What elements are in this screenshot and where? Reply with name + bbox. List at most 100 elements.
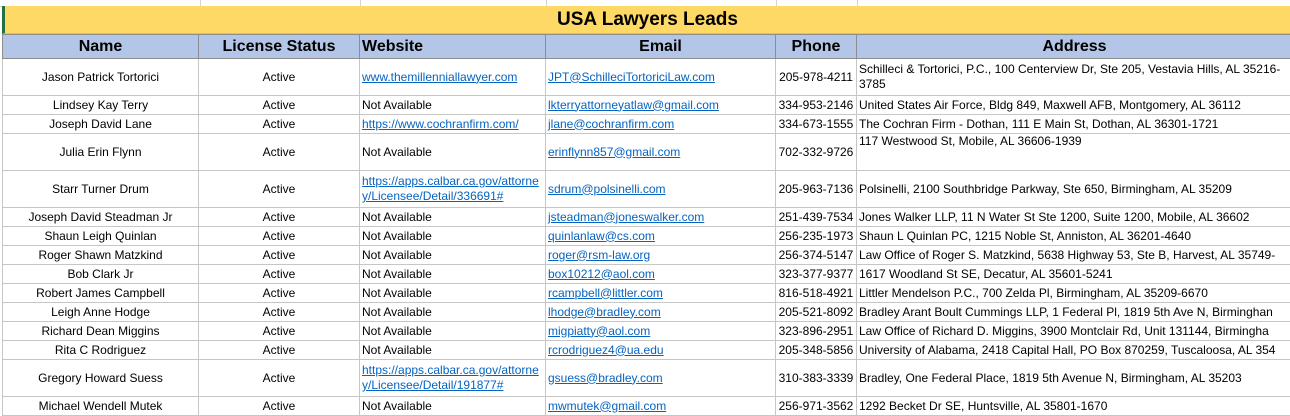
address-cell[interactable]: Polsinelli, 2100 Southbridge Parkway, St…	[857, 171, 1290, 208]
email-cell[interactable]: lhodge@bradley.com	[546, 303, 776, 322]
website-cell[interactable]: Not Available	[360, 208, 546, 227]
email-cell[interactable]: jsteadman@joneswalker.com	[546, 208, 776, 227]
address-cell[interactable]: Bradley Arant Boult Cummings LLP, 1 Fede…	[857, 303, 1290, 322]
header-website[interactable]: Website	[360, 35, 546, 59]
address-cell[interactable]: Law Office of Roger S. Matzkind, 5638 Hi…	[857, 246, 1290, 265]
license-status-cell[interactable]: Active	[199, 341, 360, 360]
email-link[interactable]: roger@rsm-law.org	[548, 248, 650, 262]
website-cell[interactable]: Not Available	[360, 227, 546, 246]
license-status-cell[interactable]: Active	[199, 208, 360, 227]
email-link[interactable]: rcrodriguez4@ua.edu	[548, 343, 664, 357]
license-status-cell[interactable]: Active	[199, 303, 360, 322]
license-status-cell[interactable]: Active	[199, 96, 360, 115]
phone-cell[interactable]: 323-896-2951	[776, 322, 857, 341]
phone-cell[interactable]: 256-374-5147	[776, 246, 857, 265]
address-cell[interactable]: Bradley, One Federal Place, 1819 5th Ave…	[857, 360, 1290, 397]
phone-cell[interactable]: 205-978-4211	[776, 59, 857, 96]
address-cell[interactable]: The Cochran Firm - Dothan, 111 E Main St…	[857, 115, 1290, 134]
license-status-cell[interactable]: Active	[199, 397, 360, 416]
email-link[interactable]: mwmutek@gmail.com	[548, 399, 666, 413]
phone-cell[interactable]: 205-521-8092	[776, 303, 857, 322]
email-link[interactable]: sdrum@polsinelli.com	[548, 182, 666, 196]
website-cell[interactable]: www.themillenniallawyer.com	[360, 59, 546, 96]
website-cell[interactable]: Not Available	[360, 246, 546, 265]
table-row[interactable]: Julia Erin FlynnActiveNot Availableerinf…	[3, 134, 1290, 171]
website-cell[interactable]: https://apps.calbar.ca.gov/attorney/Lice…	[360, 360, 546, 397]
name-cell[interactable]: Gregory Howard Suess	[3, 360, 199, 397]
email-link[interactable]: quinlanlaw@cs.com	[548, 229, 655, 243]
phone-cell[interactable]: 256-235-1973	[776, 227, 857, 246]
table-row[interactable]: Leigh Anne HodgeActiveNot Availablelhodg…	[3, 303, 1290, 322]
website-cell[interactable]: https://www.cochranfirm.com/	[360, 115, 546, 134]
phone-cell[interactable]: 256-971-3562	[776, 397, 857, 416]
name-cell[interactable]: Starr Turner Drum	[3, 171, 199, 208]
email-link[interactable]: lhodge@bradley.com	[548, 305, 661, 319]
phone-cell[interactable]: 816-518-4921	[776, 284, 857, 303]
license-status-cell[interactable]: Active	[199, 284, 360, 303]
phone-cell[interactable]: 702-332-9726	[776, 134, 857, 171]
table-row[interactable]: Starr Turner DrumActivehttps://apps.calb…	[3, 171, 1290, 208]
header-name[interactable]: Name	[3, 35, 199, 59]
website-link[interactable]: www.themillenniallawyer.com	[362, 70, 517, 84]
name-cell[interactable]: Bob Clark Jr	[3, 265, 199, 284]
table-row[interactable]: Michael Wendell MutekActiveNot Available…	[3, 397, 1290, 416]
website-link[interactable]: https://www.cochranfirm.com/	[362, 117, 519, 131]
name-cell[interactable]: Jason Patrick Tortorici	[3, 59, 199, 96]
address-cell[interactable]: Schilleci & Tortorici, P.C., 100 Centerv…	[857, 59, 1290, 96]
website-cell[interactable]: Not Available	[360, 284, 546, 303]
website-cell[interactable]: https://apps.calbar.ca.gov/attorney/Lice…	[360, 171, 546, 208]
address-cell[interactable]: Law Office of Richard D. Miggins, 3900 M…	[857, 322, 1290, 341]
table-row[interactable]: Bob Clark JrActiveNot Availablebox10212@…	[3, 265, 1290, 284]
license-status-cell[interactable]: Active	[199, 322, 360, 341]
name-cell[interactable]: Rita C Rodriguez	[3, 341, 199, 360]
email-cell[interactable]: mwmutek@gmail.com	[546, 397, 776, 416]
phone-cell[interactable]: 205-963-7136	[776, 171, 857, 208]
address-cell[interactable]: 1617 Woodland St SE, Decatur, AL 35601-5…	[857, 265, 1290, 284]
email-cell[interactable]: rcrodriguez4@ua.edu	[546, 341, 776, 360]
email-link[interactable]: jlane@cochranfirm.com	[548, 117, 674, 131]
website-cell[interactable]: Not Available	[360, 265, 546, 284]
email-link[interactable]: migpiatty@aol.com	[548, 324, 650, 338]
address-cell[interactable]: 1292 Becket Dr SE, Huntsville, AL 35801-…	[857, 397, 1290, 416]
name-cell[interactable]: Leigh Anne Hodge	[3, 303, 199, 322]
license-status-cell[interactable]: Active	[199, 246, 360, 265]
table-row[interactable]: Lindsey Kay TerryActiveNot Availablelkte…	[3, 96, 1290, 115]
address-cell[interactable]: Littler Mendelson P.C., 700 Zelda Pl, Bi…	[857, 284, 1290, 303]
license-status-cell[interactable]: Active	[199, 227, 360, 246]
name-cell[interactable]: Roger Shawn Matzkind	[3, 246, 199, 265]
phone-cell[interactable]: 323-377-9377	[776, 265, 857, 284]
phone-cell[interactable]: 251-439-7534	[776, 208, 857, 227]
email-cell[interactable]: sdrum@polsinelli.com	[546, 171, 776, 208]
table-row[interactable]: Jason Patrick TortoriciActivewww.themill…	[3, 59, 1290, 96]
address-cell[interactable]: University of Alabama, 2418 Capital Hall…	[857, 341, 1290, 360]
address-cell[interactable]: United States Air Force, Bldg 849, Maxwe…	[857, 96, 1290, 115]
phone-cell[interactable]: 205-348-5856	[776, 341, 857, 360]
email-cell[interactable]: jlane@cochranfirm.com	[546, 115, 776, 134]
name-cell[interactable]: Robert James Campbell	[3, 284, 199, 303]
name-cell[interactable]: Lindsey Kay Terry	[3, 96, 199, 115]
table-row[interactable]: Roger Shawn MatzkindActiveNot Availabler…	[3, 246, 1290, 265]
email-link[interactable]: erinflynn857@gmail.com	[548, 145, 680, 159]
email-cell[interactable]: rcampbell@littler.com	[546, 284, 776, 303]
email-cell[interactable]: quinlanlaw@cs.com	[546, 227, 776, 246]
email-link[interactable]: rcampbell@littler.com	[548, 286, 663, 300]
email-cell[interactable]: box10212@aol.com	[546, 265, 776, 284]
website-cell[interactable]: Not Available	[360, 341, 546, 360]
email-cell[interactable]: lkterryattorneyatlaw@gmail.com	[546, 96, 776, 115]
name-cell[interactable]: Joseph David Steadman Jr	[3, 208, 199, 227]
email-cell[interactable]: JPT@SchilleciTortoriciLaw.com	[546, 59, 776, 96]
header-license-status[interactable]: License Status	[199, 35, 360, 59]
phone-cell[interactable]: 310-383-3339	[776, 360, 857, 397]
header-phone[interactable]: Phone	[776, 35, 857, 59]
name-cell[interactable]: Shaun Leigh Quinlan	[3, 227, 199, 246]
name-cell[interactable]: Joseph David Lane	[3, 115, 199, 134]
address-cell[interactable]: 117 Westwood St, Mobile, AL 36606-1939	[857, 134, 1290, 171]
phone-cell[interactable]: 334-673-1555	[776, 115, 857, 134]
header-address[interactable]: Address	[857, 35, 1290, 59]
website-link[interactable]: https://apps.calbar.ca.gov/attorney/Lice…	[362, 174, 539, 203]
email-link[interactable]: gsuess@bradley.com	[548, 371, 663, 385]
email-cell[interactable]: gsuess@bradley.com	[546, 360, 776, 397]
website-link[interactable]: https://apps.calbar.ca.gov/attorney/Lice…	[362, 363, 539, 392]
license-status-cell[interactable]: Active	[199, 134, 360, 171]
name-cell[interactable]: Michael Wendell Mutek	[3, 397, 199, 416]
